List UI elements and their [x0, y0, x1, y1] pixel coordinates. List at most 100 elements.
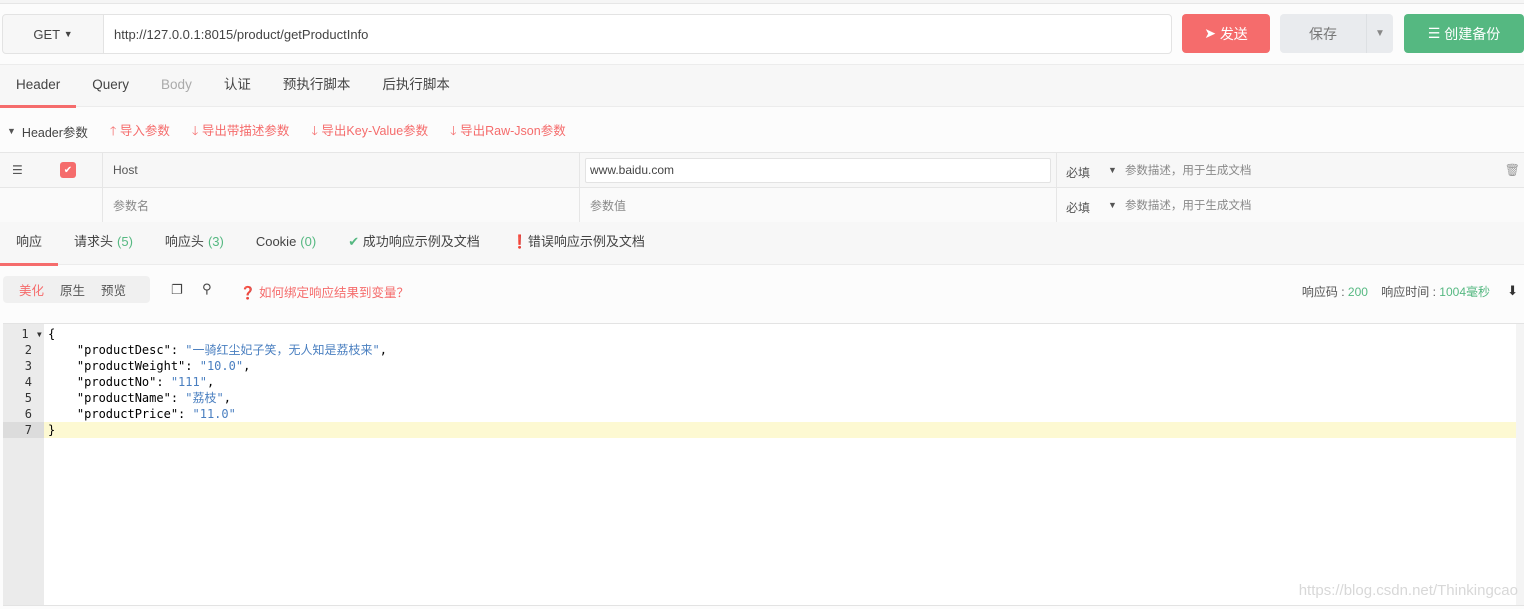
caret-down-icon[interactable]: ▼: [1108, 165, 1117, 175]
param-name-input[interactable]: 参数名: [102, 188, 580, 222]
tab-label: 响应: [16, 234, 43, 249]
caret-down-icon[interactable]: ▼: [1108, 200, 1117, 210]
response-tab-2[interactable]: 响应头 (3): [149, 222, 240, 264]
json-token: ,: [379, 343, 387, 357]
url-input[interactable]: [103, 14, 1172, 54]
response-tab-5[interactable]: ❗错误响应示例及文档: [496, 222, 661, 264]
action-label: 导出Raw-Json参数: [460, 123, 566, 138]
header-section-title: Header参数: [21, 125, 88, 140]
line-gutter: 1 ▾ 2 3 4 5 6 7: [3, 324, 44, 605]
param-meta: 必填 ▼ 参数描述，用于生成文档 🗑: [1056, 153, 1524, 187]
paper-plane-icon: ➤: [1204, 25, 1220, 41]
method-select[interactable]: GET ▼: [2, 14, 104, 54]
json-token: "productWeight":: [48, 359, 200, 373]
line-number: 1 ▾: [21, 327, 43, 341]
tab-认证[interactable]: 认证: [208, 65, 267, 106]
response-time: 1004毫秒: [1439, 285, 1490, 299]
json-string: "一骑红尘妃子笑，无人知是荔枝来": [185, 343, 380, 357]
json-token: ,: [223, 391, 231, 405]
json-string: "荔枝": [185, 391, 224, 405]
response-tab-4[interactable]: ✔ 成功响应示例及文档: [332, 222, 496, 264]
line-number: 3: [24, 359, 32, 373]
required-select[interactable]: 必填: [1066, 195, 1090, 216]
drag-handle-icon[interactable]: ☰: [12, 153, 23, 187]
param-name[interactable]: Host: [102, 153, 580, 187]
json-token: "productNo":: [48, 375, 171, 389]
export-described-button[interactable]: 🡓 导出带描述参数: [192, 120, 290, 143]
check-circle-icon: ✔: [348, 234, 363, 249]
response-tab-0[interactable]: 响应: [0, 222, 59, 266]
view-mode-group: 美化 原生 预览: [3, 276, 150, 303]
response-time-label: 响应时间 :: [1381, 285, 1440, 299]
export-rawjson-button[interactable]: 🡓 导出Raw-Json参数: [450, 120, 566, 143]
param-desc-input[interactable]: 参数描述，用于生成文档: [1125, 197, 1252, 213]
table-row: ☰ ✔ Host 必填 ▼ 参数描述，用于生成文档 🗑: [0, 153, 1524, 188]
header-toolbar: ▼ Header参数 🡑 导入参数 🡓 导出带描述参数 🡓 导出Key-Valu…: [0, 118, 566, 144]
response-status: 响应码 : 200 响应时间 : 1004毫秒: [1302, 283, 1490, 300]
tab-label: 错误响应示例及文档: [527, 234, 645, 249]
json-token: {: [48, 327, 56, 341]
send-label: 发送: [1219, 25, 1248, 42]
param-value-input[interactable]: [585, 157, 1051, 183]
tab-预执行脚本[interactable]: 预执行脚本: [267, 65, 367, 106]
param-desc-input[interactable]: 参数描述，用于生成文档: [1125, 162, 1252, 178]
save-button[interactable]: 保存: [1280, 14, 1366, 53]
save-dropdown-button[interactable]: ▼: [1366, 14, 1393, 53]
view-preview[interactable]: 预览: [101, 280, 126, 299]
json-token: "productDesc":: [48, 343, 186, 357]
check-icon: ✔: [60, 162, 76, 178]
tab-body[interactable]: Body: [145, 65, 208, 106]
line-number: 5: [24, 391, 32, 405]
param-value-input[interactable]: 参数值: [579, 188, 1057, 222]
json-token: ,: [243, 359, 251, 373]
help-link[interactable]: ❓ 如何绑定响应结果到变量？: [240, 282, 409, 301]
scrollbar[interactable]: [1516, 324, 1524, 605]
trash-icon[interactable]: 🗑: [1505, 163, 1520, 177]
tab-label: 响应头: [164, 234, 204, 249]
collapse-caret-icon[interactable]: ▼: [7, 126, 16, 136]
response-tabs: 响应 请求头 (5) 响应头 (3) Cookie (0) ✔ 成功响应示例及文档 ❗错误响应示…: [0, 222, 1524, 266]
response-tab-1[interactable]: 请求头 (5): [58, 222, 149, 264]
watermark: https://blog.csdn.net/Thinkingcao: [1298, 582, 1518, 599]
view-pretty[interactable]: 美化: [19, 280, 44, 299]
code-line: "productNo": "111",: [44, 374, 1516, 390]
import-params-button[interactable]: 🡑 导入参数: [110, 120, 170, 143]
response-tab-3[interactable]: Cookie (0): [240, 222, 332, 264]
response-editor[interactable]: 1 ▾ 2 3 4 5 6 7 { "productDesc": "一骑红尘妃子笑，无人知是…: [3, 323, 1524, 606]
json-string: "111": [170, 375, 207, 389]
json-string: "11.0": [192, 407, 236, 421]
status-code: 200: [1347, 285, 1368, 299]
caret-down-icon: ▼: [1375, 28, 1385, 39]
tab-query[interactable]: Query: [76, 65, 145, 106]
param-meta: 必填 ▼ 参数描述，用于生成文档: [1056, 188, 1524, 222]
code-area[interactable]: { "productDesc": "一骑红尘妃子笑，无人知是荔枝来", "pro…: [44, 324, 1516, 438]
action-label: 导出带描述参数: [201, 123, 290, 138]
exclamation-circle-icon: ❗: [511, 234, 528, 249]
tab-label: 成功响应示例及文档: [362, 234, 480, 249]
json-token: }: [48, 423, 56, 437]
create-backup-button[interactable]: ☰ 创建备份: [1404, 14, 1524, 53]
export-kv-button[interactable]: 🡓 导出Key-Value参数: [311, 120, 428, 143]
search-icon[interactable]: ⚲: [202, 281, 212, 297]
required-select[interactable]: 必填: [1066, 160, 1090, 181]
action-label: 导入参数: [119, 123, 170, 138]
tab-header[interactable]: Header: [0, 65, 77, 108]
tab-count: (0): [300, 234, 317, 249]
action-label: 导出Key-Value参数: [321, 123, 429, 138]
copy-icon[interactable]: ❐: [171, 282, 183, 298]
download-icon[interactable]: ⬇: [1507, 283, 1518, 299]
line-number: 7: [3, 422, 44, 438]
json-token: ,: [206, 375, 215, 389]
tab-label: Cookie: [255, 234, 297, 249]
help-link-label: 如何绑定响应结果到变量？: [259, 286, 410, 300]
code-line: "productDesc": "一骑红尘妃子笑，无人知是荔枝来",: [44, 342, 1516, 358]
json-string: "10.0": [199, 359, 244, 373]
header-params-table: ☰ ✔ Host 必填 ▼ 参数描述，用于生成文档 🗑 参数名 参数值 必填 ▼…: [0, 152, 1524, 223]
tab-后执行脚本[interactable]: 后执行脚本: [366, 65, 466, 106]
row-checkbox[interactable]: ✔: [60, 153, 76, 187]
top-border: [0, 0, 1524, 4]
view-raw[interactable]: 原生: [60, 280, 85, 299]
status-code-label: 响应码 :: [1301, 285, 1348, 299]
tab-label: 请求头: [74, 234, 114, 249]
send-button[interactable]: ➤ 发送: [1182, 14, 1270, 53]
